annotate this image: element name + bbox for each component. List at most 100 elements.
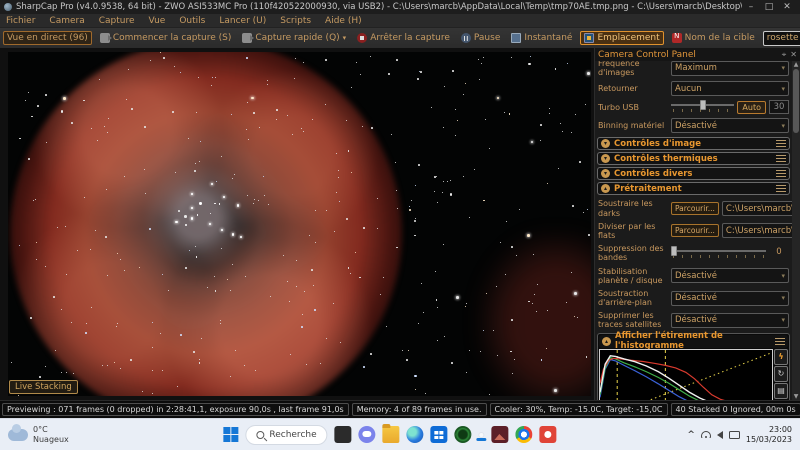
pause-button[interactable]: Pause — [458, 32, 503, 44]
framerate-label: Fréquence d'images — [598, 61, 640, 78]
menu-fichier[interactable]: Fichier — [6, 16, 35, 26]
cooler-status: Cooler: 30%, Temp: -15.0C, Target: -15,0… — [489, 403, 668, 416]
background-subtract-select[interactable]: Désactivé ▾ — [671, 290, 789, 306]
binning-value: Désactivé — [675, 120, 718, 131]
flats-path-select[interactable]: C:\Users\marcb\Desk...▾ — [721, 223, 800, 239]
minimize-button[interactable]: – — [742, 0, 760, 14]
turbo-usb-label: Turbo USB — [598, 102, 639, 112]
weather-widget[interactable]: 0°C Nuageux — [0, 423, 77, 444]
stabilization-select[interactable]: Désactivé ▾ — [671, 268, 789, 284]
menu-aide[interactable]: Aide (H) — [325, 16, 362, 26]
flip-select[interactable]: Aucun ▾ — [671, 81, 789, 97]
search-box[interactable]: Recherche — [245, 424, 328, 445]
banding-slider[interactable] — [671, 246, 766, 260]
target-name-button[interactable]: Nom de la cible — [669, 32, 758, 44]
flip-value: Aucun — [675, 83, 702, 94]
scrollbar-thumb[interactable] — [793, 69, 799, 133]
location-button[interactable]: Emplacement — [580, 31, 664, 45]
start-button[interactable] — [223, 427, 239, 442]
menu-camera[interactable]: Camera — [49, 16, 84, 26]
photos-app-button[interactable] — [491, 426, 509, 443]
panel-close-icon[interactable]: ✕ — [790, 50, 797, 60]
volume-icon[interactable] — [716, 430, 723, 439]
tray-chevron-icon[interactable]: ^ — [687, 430, 695, 440]
binning-select[interactable]: Désactivé ▾ — [671, 118, 789, 134]
slider-thumb[interactable] — [671, 246, 677, 257]
wifi-icon[interactable] — [700, 431, 711, 438]
hamburger-icon[interactable] — [776, 185, 786, 193]
microsoft-store-button[interactable] — [430, 426, 448, 443]
menu-bar: Fichier Camera Capture Vue Outils Lancer… — [0, 14, 800, 28]
chrome-button[interactable] — [515, 426, 533, 443]
taskbar-clock[interactable]: 23:00 15/03/2023 — [746, 425, 792, 445]
turbo-auto-button[interactable]: Auto — [737, 100, 766, 114]
scroll-down-icon[interactable]: ▼ — [792, 393, 800, 400]
turbo-usb-slider[interactable] — [671, 100, 735, 114]
pin-icon[interactable]: ⌖ — [782, 50, 787, 60]
slider-thumb[interactable] — [700, 100, 707, 111]
darks-path-select[interactable]: C:\Users\marcb\Desk...▾ — [721, 201, 800, 217]
section-histogram[interactable]: ▴ Afficher l'étirement de l'histogramme — [599, 331, 788, 351]
banding-value: 0 — [776, 247, 782, 258]
snapshot-button[interactable]: Instantané — [508, 32, 575, 44]
hamburger-icon[interactable] — [776, 155, 786, 163]
file-explorer-button[interactable] — [382, 424, 400, 443]
section-thermal-controls[interactable]: ▾ Contrôles thermiques — [597, 152, 790, 166]
auto-stretch-button[interactable]: ϟ — [774, 348, 788, 365]
menu-lancer[interactable]: Lancer (U) — [219, 16, 266, 26]
section-image-controls[interactable]: ▾ Contrôles d'image — [597, 137, 790, 151]
previewing-status: Previewing : 071 frames (0 dropped) in 2… — [2, 403, 349, 416]
chat-button[interactable] — [358, 426, 376, 443]
turbo-usb-row: Turbo USB Auto 30 — [595, 98, 792, 116]
image-preview[interactable]: Live Stacking — [8, 52, 591, 396]
hamburger-icon[interactable] — [776, 170, 786, 178]
close-button[interactable]: ✕ — [778, 0, 796, 14]
pause-label: Pause — [473, 33, 501, 43]
target-name-icon — [671, 32, 682, 43]
turbo-usb-value: 30 — [769, 100, 789, 115]
edge-browser-button[interactable] — [406, 426, 424, 443]
reset-stretch-button[interactable]: ↻ — [774, 365, 788, 382]
target-name-combo[interactable]: ▾ — [762, 30, 800, 46]
framerate-select[interactable]: Maximum ▾ — [671, 61, 789, 76]
scroll-up-icon[interactable]: ▲ — [792, 61, 800, 68]
app-icon — [4, 3, 12, 11]
panel-body: Fréquence d'images Maximum ▾ Retourner Au… — [595, 61, 800, 400]
target-name-input[interactable] — [766, 33, 800, 43]
section-misc-controls[interactable]: ▾ Contrôles divers — [597, 167, 790, 181]
quick-capture-button[interactable]: Capture rapide (Q) ▾ — [239, 32, 349, 44]
title-bar: SharpCap Pro (v4.0.9538, 64 bit) - ZWO A… — [0, 0, 800, 14]
menu-scripts[interactable]: Scripts — [280, 16, 311, 26]
histogram-chart — [600, 350, 772, 400]
hamburger-icon[interactable] — [775, 337, 785, 345]
sharpcap-taskbar-button[interactable] — [478, 431, 485, 438]
status-bar: Previewing : 071 frames (0 dropped) in 2… — [0, 400, 800, 418]
snapshot-label: Instantané — [524, 33, 573, 43]
hamburger-icon[interactable] — [776, 140, 786, 148]
start-capture-button[interactable]: Commencer la capture (S) — [97, 32, 235, 44]
touch-keyboard-icon[interactable] — [728, 430, 740, 439]
darks-browse-button[interactable]: Parcourir... — [671, 202, 719, 216]
live-view-button[interactable]: Vue en direct (96) — [3, 31, 92, 45]
menu-capture[interactable]: Capture — [99, 16, 135, 26]
binning-row: Binning matériel Désactivé ▾ — [595, 116, 792, 135]
satellite-select[interactable]: Désactivé ▾ — [671, 312, 789, 328]
live-stacking-tab[interactable]: Live Stacking — [9, 380, 78, 394]
record-app-button[interactable] — [539, 426, 557, 443]
save-stretch-button[interactable]: ▤ — [774, 382, 788, 399]
section-preprocessing[interactable]: ▴ Prétraitement — [597, 182, 790, 196]
panel-scrollbar[interactable]: ▲ ▼ — [792, 61, 800, 400]
stop-capture-button[interactable]: Arrêter la capture — [354, 32, 453, 44]
flats-browse-button[interactable]: Parcourir... — [671, 224, 719, 238]
snapshot-icon — [511, 33, 522, 43]
task-view-button[interactable] — [334, 426, 352, 443]
sky-chart-app-button[interactable] — [454, 426, 472, 443]
menu-vue[interactable]: Vue — [149, 16, 166, 26]
histogram-buttons: ϟ ↻ ▤ ◑ — [773, 348, 788, 400]
maximize-button[interactable]: □ — [760, 0, 778, 14]
menu-outils[interactable]: Outils — [179, 16, 205, 26]
cloud-icon — [8, 423, 28, 441]
camera-icon — [242, 33, 255, 43]
darks-label: Soustraire les darks — [598, 199, 653, 218]
background-subtract-label: Soustraction d'arrière-plan — [598, 288, 652, 308]
